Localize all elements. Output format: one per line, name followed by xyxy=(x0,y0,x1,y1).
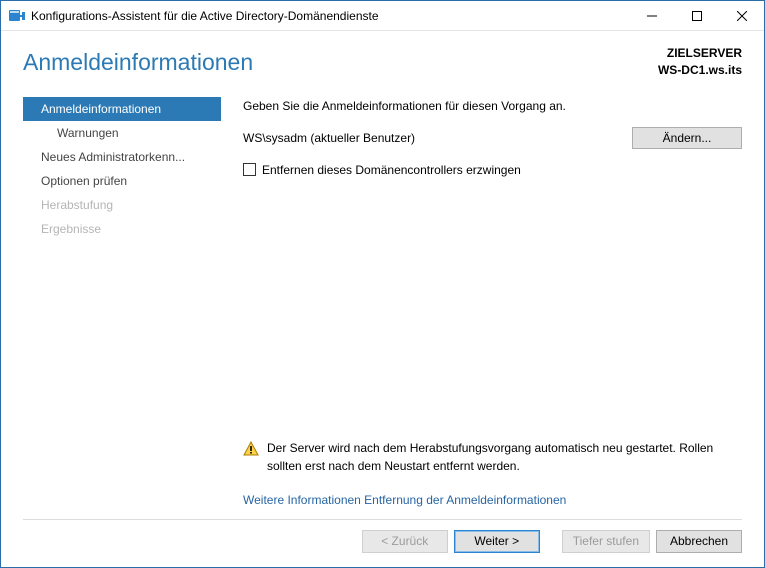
sidebar-item-label: Herabstufung xyxy=(41,198,113,212)
window-controls xyxy=(629,1,764,30)
sidebar-item-review-options[interactable]: Optionen prüfen xyxy=(23,169,221,193)
back-button: < Zurück xyxy=(362,530,448,553)
current-credentials-text: WS\sysadm (aktueller Benutzer) xyxy=(243,131,632,145)
sidebar-item-results: Ergebnisse xyxy=(23,217,221,241)
demote-button: Tiefer stufen xyxy=(562,530,650,553)
target-server-label: ZIELSERVER xyxy=(658,45,742,62)
maximize-button[interactable] xyxy=(674,1,719,30)
intro-text: Geben Sie die Anmeldeinformationen für d… xyxy=(243,99,742,113)
cancel-button[interactable]: Abbrechen xyxy=(656,530,742,553)
minimize-button[interactable] xyxy=(629,1,674,30)
sidebar-item-label: Warnungen xyxy=(57,126,119,140)
force-removal-checkbox[interactable] xyxy=(243,163,256,176)
force-removal-label: Entfernen dieses Domänencontrollers erzw… xyxy=(262,163,521,177)
sidebar-item-credentials[interactable]: Anmeldeinformationen xyxy=(23,97,221,121)
target-server-value: WS-DC1.ws.its xyxy=(658,62,742,79)
sidebar-item-label: Optionen prüfen xyxy=(41,174,127,188)
more-info-link[interactable]: Weitere Informationen Entfernung der Anm… xyxy=(243,493,566,507)
warning-text: Der Server wird nach dem Herabstufungsvo… xyxy=(267,440,742,475)
next-button[interactable]: Weiter > xyxy=(454,530,540,553)
close-button[interactable] xyxy=(719,1,764,30)
change-credentials-button[interactable]: Ändern... xyxy=(632,127,742,149)
window-title: Konfigurations-Assistent für die Active … xyxy=(31,9,629,23)
titlebar: Konfigurations-Assistent für die Active … xyxy=(1,1,764,31)
sidebar-item-warnings[interactable]: Warnungen xyxy=(23,121,221,145)
button-gap xyxy=(546,530,556,553)
sidebar-item-label: Anmeldeinformationen xyxy=(41,102,161,116)
warning-icon xyxy=(243,441,259,457)
page-title: Anmeldeinformationen xyxy=(23,49,658,76)
wizard-main: Geben Sie die Anmeldeinformationen für d… xyxy=(221,97,742,511)
wizard-window: Konfigurations-Assistent für die Active … xyxy=(0,0,765,568)
footer-divider xyxy=(23,519,742,520)
bottom-info-block: Der Server wird nach dem Herabstufungsvo… xyxy=(243,440,742,511)
content-row: Anmeldeinformationen Warnungen Neues Adm… xyxy=(23,97,742,511)
sidebar-item-label: Neues Administratorkenn... xyxy=(41,150,185,164)
wizard-body: Anmeldeinformationen ZIELSERVER WS-DC1.w… xyxy=(1,31,764,530)
credentials-row: WS\sysadm (aktueller Benutzer) Ändern... xyxy=(243,127,742,149)
sidebar-item-new-admin-password[interactable]: Neues Administratorkenn... xyxy=(23,145,221,169)
sidebar-item-label: Ergebnisse xyxy=(41,222,101,236)
app-icon xyxy=(9,8,25,24)
footer-button-row: < Zurück Weiter > Tiefer stufen Abbreche… xyxy=(1,530,764,567)
sidebar-item-demotion: Herabstufung xyxy=(23,193,221,217)
force-removal-row: Entfernen dieses Domänencontrollers erzw… xyxy=(243,163,742,177)
target-server-block: ZIELSERVER WS-DC1.ws.its xyxy=(658,45,742,79)
header-row: Anmeldeinformationen ZIELSERVER WS-DC1.w… xyxy=(23,45,742,79)
wizard-sidebar: Anmeldeinformationen Warnungen Neues Adm… xyxy=(23,97,221,511)
warning-row: Der Server wird nach dem Herabstufungsvo… xyxy=(243,440,742,475)
